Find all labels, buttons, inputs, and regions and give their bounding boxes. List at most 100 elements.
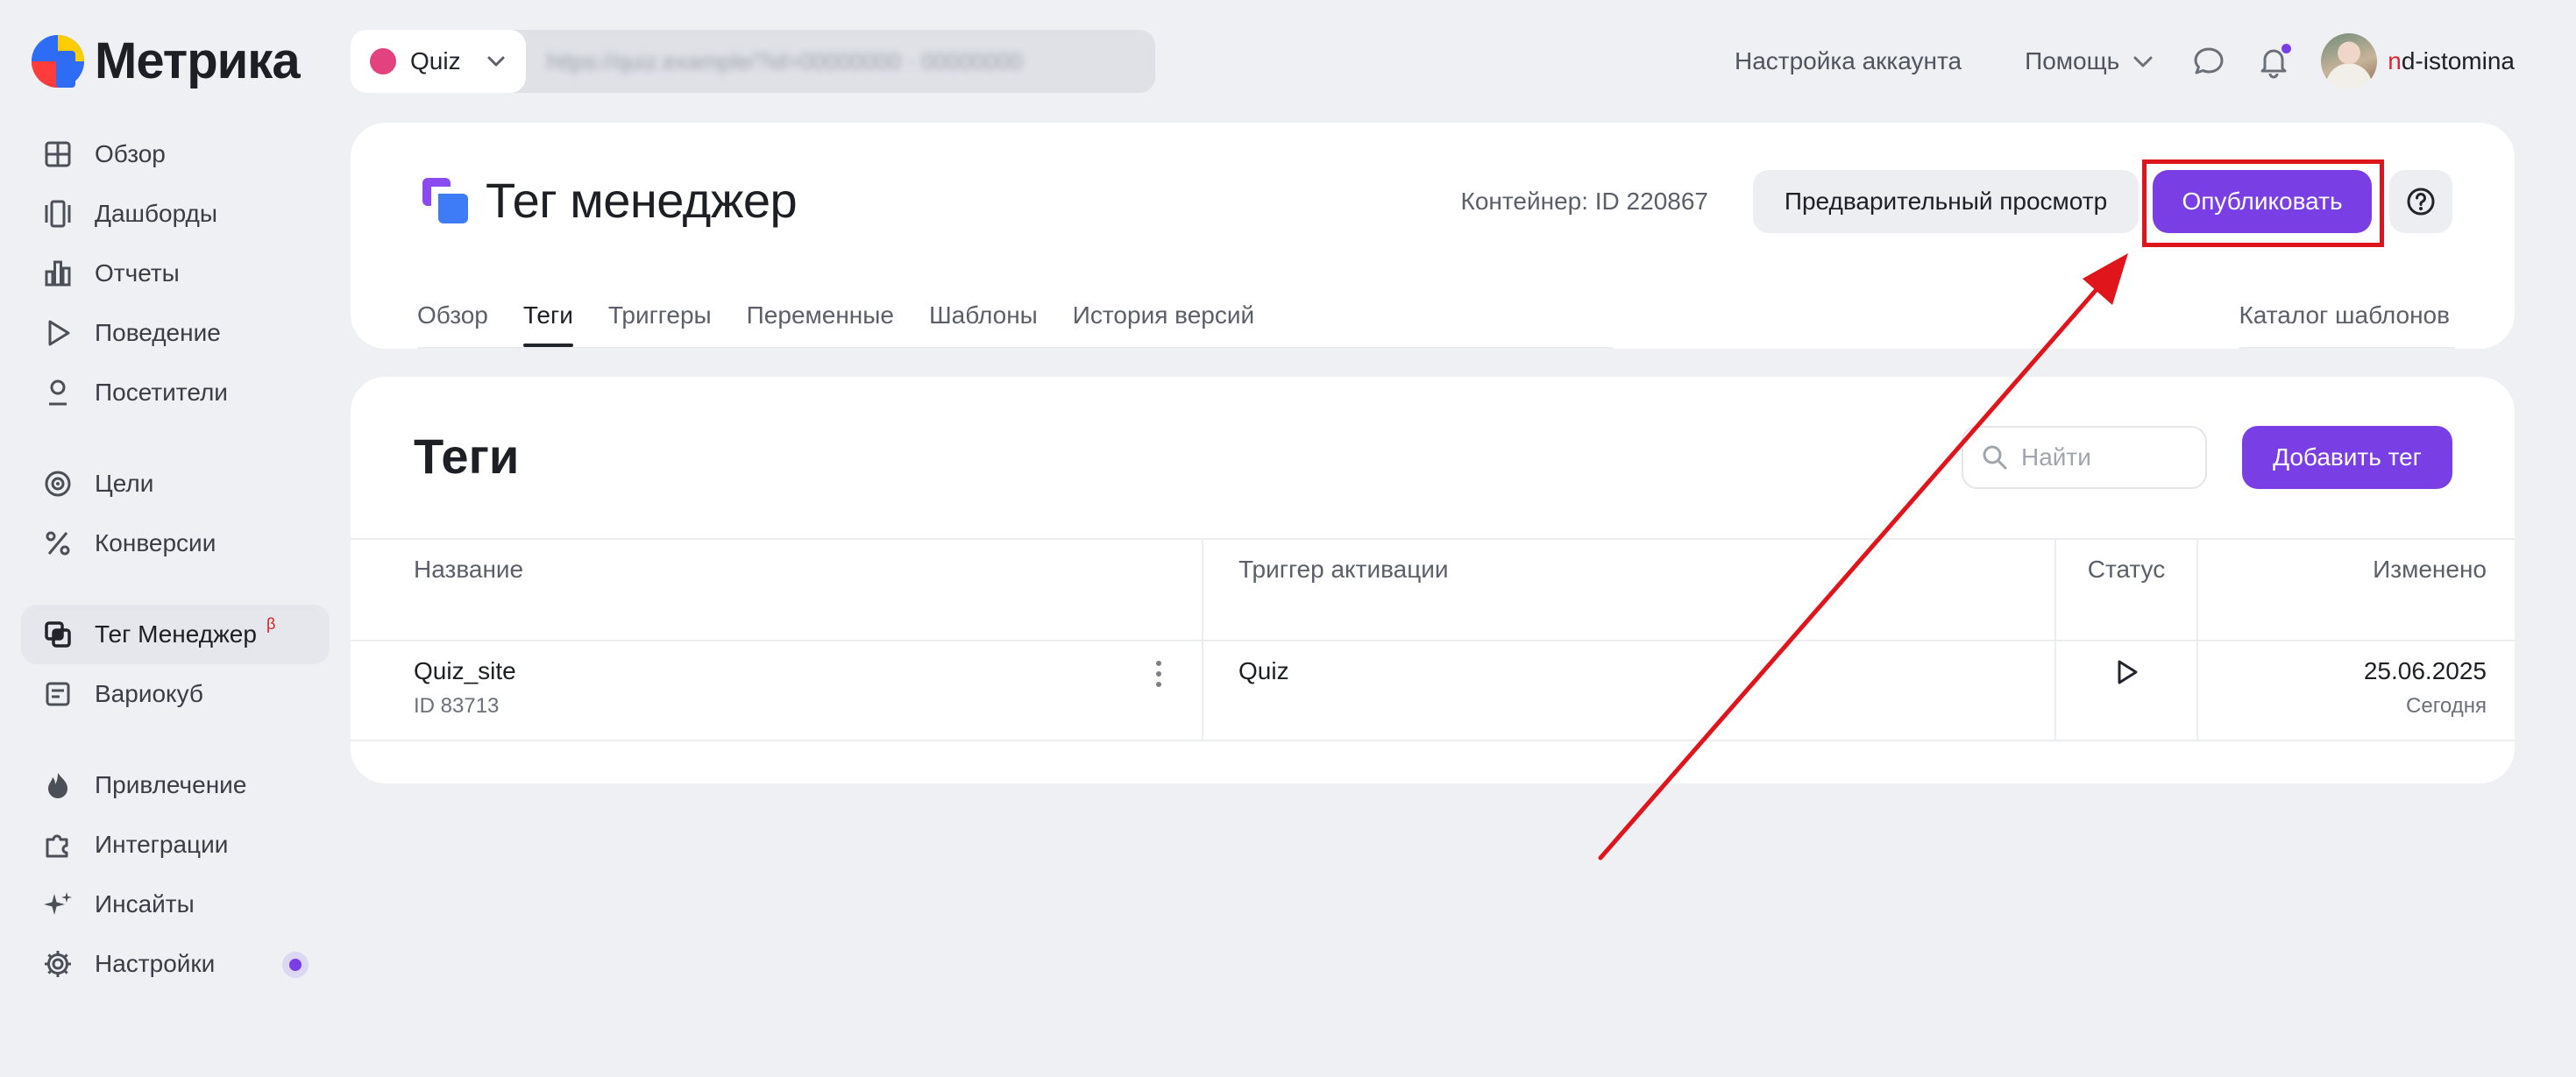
status-cell	[2056, 641, 2198, 740]
account-settings-link[interactable]: Настройка аккаунта	[1735, 47, 1962, 75]
percent-icon	[46, 531, 70, 556]
help-label: Помощь	[2025, 47, 2120, 74]
sidebar-item-overview[interactable]: Обзор	[21, 124, 330, 184]
add-tag-button[interactable]: Добавить тег	[2242, 426, 2452, 489]
tab-overview[interactable]: Обзор	[417, 301, 488, 347]
help-menu[interactable]: Помощь	[2025, 47, 2156, 75]
sidebar-item-reports[interactable]: Отчеты	[21, 244, 330, 303]
variocube-icon	[46, 682, 70, 706]
kebab-dot	[1156, 671, 1161, 677]
counter-id-blurred: https://quiz.example/?id=00000000 · 0000…	[547, 47, 1023, 74]
chat-bubble-icon	[2194, 47, 2224, 74]
trigger-name[interactable]: Quiz	[1238, 657, 2054, 685]
sidebar-item-acquisition[interactable]: Привлечение	[21, 755, 330, 815]
sidebar-item-settings[interactable]: Настройки	[21, 934, 330, 994]
trigger-cell: Quiz	[1203, 641, 2056, 740]
column-header-modified[interactable]: Изменено	[2198, 540, 2515, 640]
search-box[interactable]	[1962, 426, 2207, 489]
settings-notification-dot	[282, 952, 309, 978]
username-rest: d-istomina	[2401, 47, 2515, 74]
avatar[interactable]	[2321, 33, 2378, 89]
page-title-text: Тег менеджер	[486, 173, 798, 228]
search-icon	[1983, 445, 2007, 470]
sidebar-item-label: Тег Менеджер	[95, 620, 257, 648]
search-input[interactable]	[2021, 443, 2188, 471]
sidebar-item-label: Конверсии	[95, 529, 216, 556]
sidebar-item-visitors[interactable]: Посетители	[21, 363, 330, 422]
tag-manager-logo-icon	[422, 177, 468, 223]
tag-manager-icon	[45, 621, 71, 648]
puzzle-icon	[46, 834, 68, 858]
sidebar-item-label: Настройки	[95, 950, 216, 977]
tab-templates[interactable]: Шаблоны	[929, 301, 1038, 347]
target-icon	[45, 471, 71, 497]
tags-panel: Теги Добавить тег Название Триггер актив…	[351, 377, 2515, 783]
sidebar-item-label: Цели	[95, 470, 154, 497]
section-title: Теги	[414, 429, 520, 484]
play-icon	[48, 320, 70, 346]
sidebar-item-goals[interactable]: Цели	[21, 454, 330, 514]
counter-name: Quiz	[410, 47, 461, 74]
play-icon[interactable]	[2111, 657, 2141, 687]
sidebar: Обзор Дашборды Отчеты Поведение Посетите…	[21, 124, 330, 994]
tag-manager-header: Тег менеджер Контейнер: ID 220867 Предва…	[351, 123, 2515, 349]
username[interactable]: nd-istomina	[2388, 47, 2515, 75]
sidebar-item-tag-manager[interactable]: Тег Менеджер β	[21, 605, 330, 664]
dashboards-icon	[45, 200, 71, 228]
sidebar-item-insights[interactable]: Инсайты	[21, 875, 330, 934]
notifications-button[interactable]	[2256, 44, 2292, 79]
tab-tags[interactable]: Теги	[522, 301, 573, 347]
beta-badge: β	[266, 615, 276, 633]
tag-name[interactable]: Quiz_site	[414, 657, 1202, 685]
sidebar-item-label: Привлечение	[95, 771, 247, 798]
sidebar-item-integrations[interactable]: Интеграции	[21, 815, 330, 875]
sidebar-item-variocube[interactable]: Вариокуб	[21, 664, 330, 724]
user-icon	[49, 379, 67, 406]
table-header: Название Триггер активации Статус Измене…	[351, 538, 2515, 640]
tab-version-history[interactable]: История версий	[1073, 301, 1254, 347]
tags-table: Название Триггер активации Статус Измене…	[351, 538, 2515, 741]
grid-icon	[45, 141, 71, 167]
container-id: Контейнер: ID 220867	[1460, 188, 1708, 215]
template-catalog-link[interactable]: Каталог шаблонов	[2239, 301, 2450, 329]
table-row[interactable]: Quiz_site ID 83713 Quiz 25.06.2025 Сегод…	[351, 640, 2515, 741]
counter-select[interactable]: Quiz	[351, 30, 526, 93]
sparkle-icon	[44, 892, 72, 915]
gear-icon	[45, 951, 71, 977]
help-button[interactable]	[2389, 170, 2452, 233]
username-first-letter: n	[2388, 47, 2402, 74]
app-logo[interactable]: Метрика	[30, 32, 301, 90]
column-header-trigger[interactable]: Триггер активации	[1203, 540, 2056, 640]
more-actions-button[interactable]	[1156, 661, 1163, 687]
sidebar-item-dashboards[interactable]: Дашборды	[21, 184, 330, 244]
kebab-dot	[1156, 661, 1161, 666]
sidebar-item-label: Дашборды	[95, 200, 217, 227]
sidebar-item-behavior[interactable]: Поведение	[21, 303, 330, 363]
page-title: Тег менеджер	[421, 172, 798, 229]
tab-triggers[interactable]: Триггеры	[608, 301, 712, 347]
tabs-divider	[417, 347, 1613, 349]
sidebar-item-conversions[interactable]: Конверсии	[21, 514, 330, 573]
kebab-dot	[1156, 682, 1161, 687]
sidebar-item-label: Поведение	[95, 319, 221, 346]
modified-relative: Сегодня	[2406, 694, 2487, 718]
publish-highlight-frame	[2142, 159, 2384, 247]
sidebar-item-label: Отчеты	[95, 259, 180, 287]
chat-button[interactable]	[2191, 44, 2226, 79]
catalog-divider	[2239, 347, 2455, 349]
tab-variables[interactable]: Переменные	[747, 301, 894, 347]
preview-button[interactable]: Предварительный просмотр	[1753, 170, 2139, 233]
sidebar-item-label: Обзор	[95, 140, 166, 167]
top-navigation: Настройка аккаунта Помощь nd-istomina	[1735, 33, 2515, 89]
bar-chart-icon	[45, 260, 71, 287]
modified-date: 25.06.2025	[2363, 657, 2487, 684]
column-header-name[interactable]: Название	[351, 540, 1203, 640]
sidebar-item-label: Интеграции	[95, 831, 229, 858]
sidebar-item-label: Посетители	[95, 379, 228, 406]
column-header-status[interactable]: Статус	[2056, 540, 2198, 640]
tag-id: ID 83713	[414, 694, 500, 718]
sidebar-item-label: Вариокуб	[95, 680, 203, 707]
app-title: Метрика	[95, 32, 301, 89]
counter-bar: Quiz https://quiz.example/?id=00000000 ·…	[351, 30, 1155, 93]
question-circle-icon	[2407, 188, 2435, 216]
